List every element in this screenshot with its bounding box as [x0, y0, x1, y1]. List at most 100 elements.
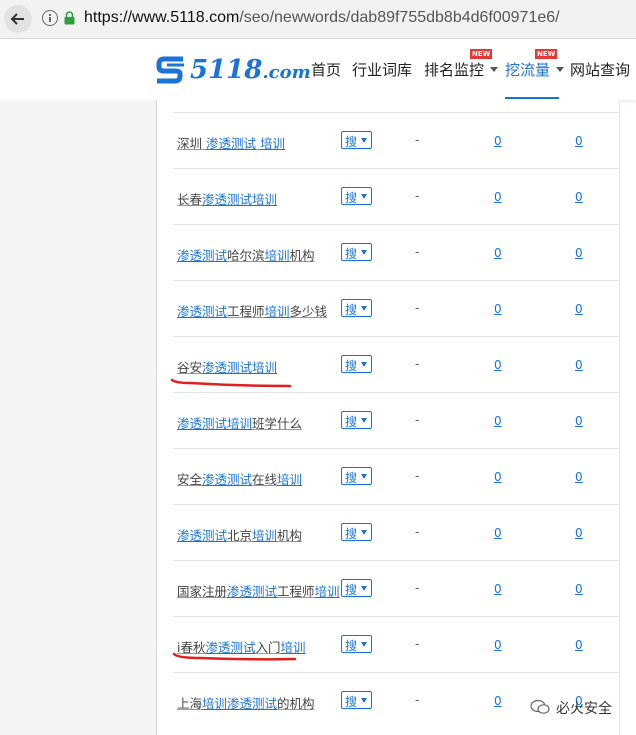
search-dropdown-button[interactable]: 搜: [341, 355, 372, 373]
metric-count-link[interactable]: 0: [494, 470, 502, 484]
metric-empty: -: [415, 581, 420, 595]
table-row: 长春渗透测试培训 搜 - 0 0: [173, 168, 619, 225]
chevron-down-icon: [361, 642, 367, 647]
table-row: 渗透测试工程师培训多少钱 搜 - 0 0: [173, 280, 619, 337]
search-button-label: 搜: [345, 191, 358, 205]
metric-count-link[interactable]: 0: [494, 414, 502, 428]
metric-count-link[interactable]: 0: [575, 526, 583, 540]
metric-empty: -: [415, 133, 420, 147]
search-button-label: 搜: [345, 359, 358, 373]
chevron-down-icon: [361, 250, 367, 255]
chevron-down-icon: [361, 306, 367, 311]
chevron-down-icon: [361, 530, 367, 535]
metric-count-link[interactable]: 0: [494, 302, 502, 316]
metric-count-link[interactable]: 0: [494, 190, 502, 204]
metric-empty: -: [415, 525, 420, 539]
metric-count-link[interactable]: 0: [575, 582, 583, 596]
search-dropdown-button[interactable]: 搜: [341, 523, 372, 541]
metric-count-link[interactable]: 0: [494, 358, 502, 372]
address-bar[interactable]: https://www.5118.com/seo/newwords/dab89f…: [84, 9, 560, 27]
metric-count-link[interactable]: 0: [494, 134, 502, 148]
search-button-label: 搜: [345, 247, 358, 261]
chevron-down-icon: [361, 474, 367, 479]
metric-count-link[interactable]: 0: [575, 134, 583, 148]
table-row: 上海培训渗透测试的机构搜 -0 0: [173, 672, 619, 729]
chevron-down-icon[interactable]: [490, 67, 498, 72]
keyword-link[interactable]: 国家注册渗透测试工程师培训: [177, 581, 340, 600]
arrow-left-icon: [10, 13, 24, 25]
site-header: 5118.com 首页 行业词库 排名监控 NEW 挖流量 NEW 网站查询: [0, 39, 636, 100]
metric-empty: -: [415, 469, 420, 483]
metric-count-link[interactable]: 0: [575, 302, 583, 316]
lock-icon: [64, 11, 75, 25]
search-dropdown-button[interactable]: 搜: [341, 131, 372, 149]
metric-empty: -: [415, 693, 420, 707]
metric-empty: -: [415, 189, 420, 203]
back-button[interactable]: [4, 5, 32, 33]
keyword-link[interactable]: 深圳 渗透测试 培训: [177, 133, 285, 152]
search-button-label: 搜: [345, 415, 358, 429]
table-row: 国家注册渗透测试工程师培训搜 - 0 0: [173, 560, 619, 617]
keyword-link[interactable]: 渗透测试哈尔滨培训机构: [177, 245, 315, 264]
search-dropdown-button[interactable]: 搜: [341, 187, 372, 205]
search-dropdown-button[interactable]: 搜: [341, 411, 372, 429]
keyword-link[interactable]: 渗透测试培训班学什么: [177, 413, 302, 432]
metric-count-link[interactable]: 0: [575, 358, 583, 372]
chevron-down-icon: [361, 418, 367, 423]
table-row: i春秋渗透测试入门培训 搜 - 0 0: [173, 616, 619, 673]
search-button-label: 搜: [345, 695, 358, 709]
nav-dig-traffic[interactable]: 挖流量: [505, 59, 550, 80]
metric-count-link[interactable]: 0: [575, 470, 583, 484]
metric-empty: -: [415, 637, 420, 651]
table-row: 渗透测试培训班学什么 搜 - 0 0: [173, 392, 619, 449]
keyword-link[interactable]: 渗透测试工程师培训多少钱: [177, 301, 327, 320]
logo-text: 5118.com: [190, 55, 311, 85]
keyword-link[interactable]: 上海培训渗透测试的机构: [177, 693, 315, 712]
search-button-label: 搜: [345, 471, 358, 485]
search-button-label: 搜: [345, 583, 358, 597]
table-row: 渗透测试哈尔滨培训机构 搜 - 0 0: [173, 224, 619, 281]
search-dropdown-button[interactable]: 搜: [341, 635, 372, 653]
nav-site-query[interactable]: 网站查询: [570, 59, 630, 80]
keyword-table: 深圳 渗透测试 培训搜 -0 0 长春渗透测试培训搜 -0 0 渗透测试哈尔滨培训机构搜 -0…: [156, 100, 620, 735]
metric-count-link[interactable]: 0: [575, 246, 583, 260]
url-host: https://www.5118.com: [84, 9, 240, 26]
metric-count-link[interactable]: 0: [575, 638, 583, 652]
table-row: 谷安渗透测试培训 搜 - 0 0: [173, 336, 619, 393]
nav-home[interactable]: 首页: [311, 59, 341, 80]
search-dropdown-button[interactable]: 搜: [341, 579, 372, 597]
metric-count-link[interactable]: 0: [494, 694, 502, 708]
keyword-link[interactable]: 谷安渗透测试培训: [177, 357, 277, 376]
table-row: 深圳 渗透测试 培训 搜 - 0 0: [173, 112, 619, 169]
new-badge: NEW: [470, 49, 493, 59]
search-dropdown-button[interactable]: 搜: [341, 243, 372, 261]
active-tab-indicator: [505, 97, 559, 99]
chevron-down-icon[interactable]: [556, 67, 564, 72]
metric-count-link[interactable]: 0: [494, 582, 502, 596]
search-button-label: 搜: [345, 527, 358, 541]
nav-industry-lexicon[interactable]: 行业词库: [352, 59, 412, 80]
keyword-link[interactable]: i春秋渗透测试入门培训: [177, 637, 306, 656]
metric-count-link[interactable]: 0: [494, 526, 502, 540]
search-dropdown-button[interactable]: 搜: [341, 299, 372, 317]
keyword-link[interactable]: 长春渗透测试培训: [177, 189, 277, 208]
keyword-link[interactable]: 安全渗透测试在线培训: [177, 469, 302, 488]
info-icon[interactable]: [42, 10, 58, 26]
metric-empty: -: [415, 357, 420, 371]
metric-count-link[interactable]: 0: [494, 638, 502, 652]
search-button-label: 搜: [345, 303, 358, 317]
left-gutter: [0, 100, 156, 735]
table-row: 安全渗透测试在线培训 搜 - 0 0: [173, 448, 619, 505]
metric-count-link[interactable]: 0: [575, 190, 583, 204]
search-dropdown-button[interactable]: 搜: [341, 691, 372, 709]
nav-rank-monitor[interactable]: 排名监控: [424, 59, 484, 80]
search-dropdown-button[interactable]: 搜: [341, 467, 372, 485]
chevron-down-icon: [361, 586, 367, 591]
search-button-label: 搜: [345, 639, 358, 653]
metric-count-link[interactable]: 0: [575, 414, 583, 428]
url-path: /seo/newwords/dab89f755db8b4d6f00971e6/: [239, 9, 560, 26]
keyword-link[interactable]: 渗透测试北京培训机构: [177, 525, 302, 544]
metric-count-link[interactable]: 0: [494, 246, 502, 260]
new-badge: NEW: [535, 49, 558, 59]
metric-empty: -: [415, 245, 420, 259]
